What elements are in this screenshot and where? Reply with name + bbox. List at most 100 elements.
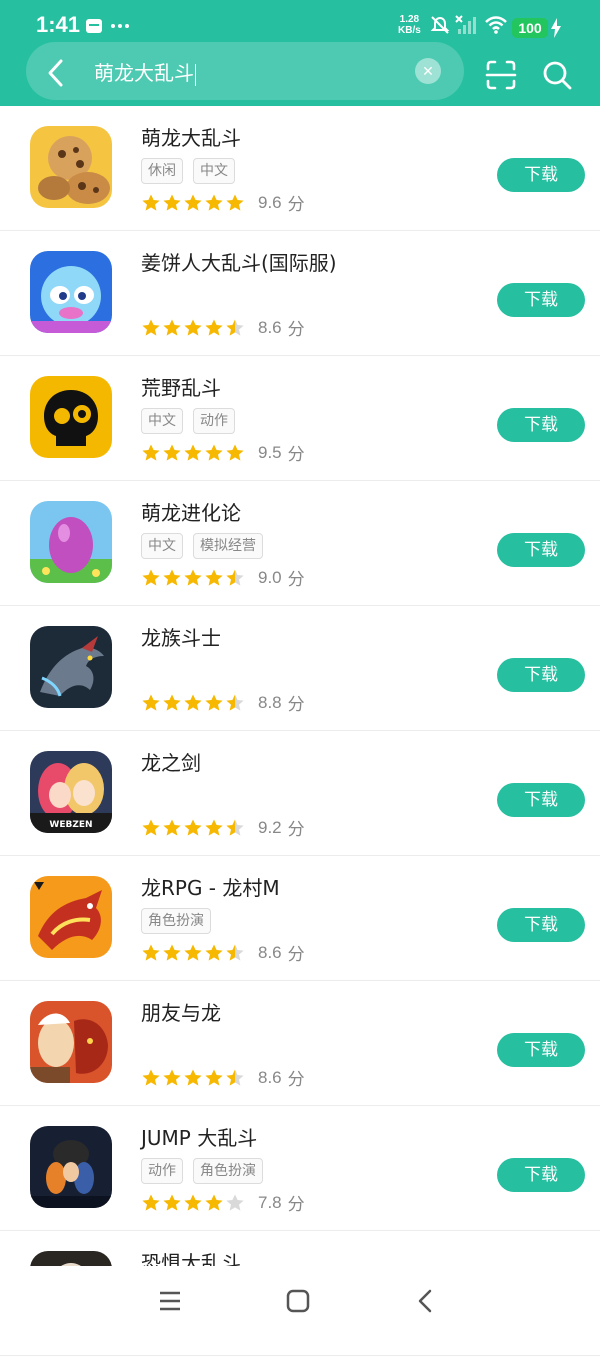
app-icon[interactable] bbox=[30, 1126, 112, 1208]
app-result-row[interactable]: 萌龙进化论 中文 模拟经营 9.0 分 下载 bbox=[0, 481, 600, 606]
rating-unit: 分 bbox=[287, 195, 305, 215]
home-icon[interactable] bbox=[281, 1284, 315, 1318]
app-rating: 9.5 分 bbox=[141, 440, 305, 465]
app-name[interactable]: JUMP 大乱斗 bbox=[141, 1122, 257, 1151]
app-result-row[interactable]: 龙族斗士 8.8 分 下载 bbox=[0, 606, 600, 731]
download-button[interactable]: 下载 bbox=[497, 1033, 585, 1067]
app-tag: 休闲 bbox=[141, 158, 183, 184]
star-full-icon bbox=[184, 444, 202, 461]
star-full-icon bbox=[205, 319, 223, 336]
search-input[interactable]: 萌龙大乱斗 bbox=[94, 57, 196, 86]
charging-icon bbox=[551, 18, 561, 38]
app-tags: 中文 模拟经营 bbox=[141, 533, 263, 559]
star-full-icon bbox=[184, 819, 202, 836]
star-full-icon bbox=[205, 194, 223, 211]
star-full-icon bbox=[163, 1194, 181, 1211]
app-icon[interactable]: WEBZEN bbox=[30, 751, 112, 833]
rating-score: 8.6 bbox=[258, 1067, 282, 1087]
app-icon[interactable] bbox=[30, 501, 112, 583]
app-icon[interactable] bbox=[30, 126, 112, 208]
app-rating: 7.8 分 bbox=[141, 1190, 305, 1215]
star-full-icon bbox=[163, 444, 181, 461]
app-rating: 8.8 分 bbox=[141, 690, 305, 715]
search-results-list: 萌龙大乱斗 休闲 中文 9.6 分下载 姜饼人大乱斗(国际服) 8.6 分下载 荒野乱斗 中文 动作… bbox=[0, 106, 600, 1356]
star-full-icon bbox=[226, 194, 244, 211]
status-time: 1:41 bbox=[36, 12, 81, 37]
star-half-icon bbox=[226, 694, 244, 711]
app-rating: 9.2 分 bbox=[141, 815, 305, 840]
star-full-icon bbox=[142, 1194, 160, 1211]
bell-muted-icon bbox=[430, 16, 450, 34]
wifi-icon bbox=[485, 16, 507, 34]
star-full-icon bbox=[163, 194, 181, 211]
net-speed-value: 1.28 bbox=[399, 14, 420, 25]
app-name[interactable]: 龙族斗士 bbox=[141, 622, 221, 651]
download-button[interactable]: 下载 bbox=[497, 1158, 585, 1192]
star-full-icon bbox=[205, 1069, 223, 1086]
rating-score: 8.6 bbox=[258, 317, 282, 337]
rating-unit: 分 bbox=[287, 1070, 305, 1090]
star-full-icon bbox=[184, 944, 202, 961]
app-name[interactable]: 姜饼人大乱斗(国际服) bbox=[141, 247, 337, 276]
app-name[interactable]: 龙RPG - 龙村M bbox=[141, 872, 280, 901]
app-icon[interactable] bbox=[30, 376, 112, 458]
download-button[interactable]: 下载 bbox=[497, 783, 585, 817]
app-tags: 中文 动作 bbox=[141, 408, 235, 434]
app-name[interactable]: 荒野乱斗 bbox=[141, 372, 221, 401]
app-tag: 动作 bbox=[141, 1158, 183, 1184]
star-full-icon bbox=[205, 1194, 223, 1211]
star-full-icon bbox=[226, 444, 244, 461]
app-icon[interactable] bbox=[30, 1001, 112, 1083]
star-full-icon bbox=[142, 194, 160, 211]
search-icon[interactable] bbox=[540, 58, 574, 92]
download-button[interactable]: 下载 bbox=[497, 158, 585, 192]
star-full-icon bbox=[142, 1069, 160, 1086]
download-button[interactable]: 下载 bbox=[497, 408, 585, 442]
star-full-icon bbox=[163, 694, 181, 711]
clear-search-button[interactable]: ✕ bbox=[415, 58, 441, 84]
back-arrow-icon[interactable] bbox=[40, 56, 74, 90]
app-name[interactable]: 龙之剑 bbox=[141, 747, 201, 776]
app-icon[interactable] bbox=[30, 876, 112, 958]
menu-icon[interactable] bbox=[153, 1284, 187, 1318]
search-query: 萌龙大乱斗 bbox=[94, 61, 194, 85]
app-result-row[interactable]: 龙RPG - 龙村M 角色扮演 8.6 分 下载 bbox=[0, 856, 600, 981]
system-navigation-bar bbox=[0, 1266, 600, 1333]
app-result-row[interactable]: 朋友与龙 8.6 分 下载 bbox=[0, 981, 600, 1106]
app-rating: 8.6 分 bbox=[141, 315, 305, 340]
rating-score: 9.2 bbox=[258, 817, 282, 837]
rating-score: 8.8 bbox=[258, 692, 282, 712]
back-icon[interactable] bbox=[409, 1284, 443, 1318]
star-full-icon bbox=[205, 444, 223, 461]
download-button[interactable]: 下载 bbox=[497, 283, 585, 317]
app-result-row[interactable]: 荒野乱斗中文 动作 9.5 分 下载 bbox=[0, 356, 600, 481]
app-result-row[interactable]: 姜饼人大乱斗(国际服) 8.6 分 下载 bbox=[0, 231, 600, 356]
app-tag: 动作 bbox=[193, 408, 235, 434]
net-speed: 1.28 KB/s bbox=[398, 14, 421, 36]
star-empty-icon bbox=[226, 1194, 244, 1211]
app-result-row[interactable]: WEBZEN 龙之剑 9.2 分 下载 bbox=[0, 731, 600, 856]
rating-unit: 分 bbox=[287, 320, 305, 340]
app-result-row[interactable]: JUMP 大乱斗 动作 角色扮演 7.8 分 下载 bbox=[0, 1106, 600, 1231]
app-name[interactable]: 萌龙大乱斗 bbox=[141, 122, 241, 151]
scan-icon[interactable] bbox=[484, 58, 518, 92]
rating-unit: 分 bbox=[287, 945, 305, 965]
app-icon[interactable] bbox=[30, 626, 112, 708]
battery-indicator: 100 bbox=[512, 18, 548, 38]
app-icon[interactable] bbox=[30, 251, 112, 333]
rating-score: 9.0 bbox=[258, 567, 282, 587]
notification-app-icon bbox=[86, 19, 102, 33]
star-full-icon bbox=[205, 569, 223, 586]
rating-unit: 分 bbox=[287, 695, 305, 715]
star-half-icon bbox=[226, 944, 244, 961]
app-name[interactable]: 朋友与龙 bbox=[141, 997, 221, 1026]
app-result-row[interactable]: 萌龙大乱斗 休闲 中文 9.6 分 下载 bbox=[0, 106, 600, 231]
download-button[interactable]: 下载 bbox=[497, 908, 585, 942]
download-button[interactable]: 下载 bbox=[497, 658, 585, 692]
signal-off-icon bbox=[455, 15, 476, 34]
download-button[interactable]: 下载 bbox=[497, 533, 585, 567]
star-full-icon bbox=[184, 194, 202, 211]
app-name[interactable]: 萌龙进化论 bbox=[141, 497, 241, 526]
net-speed-unit: KB/s bbox=[398, 25, 421, 36]
search-bar[interactable] bbox=[26, 42, 464, 100]
